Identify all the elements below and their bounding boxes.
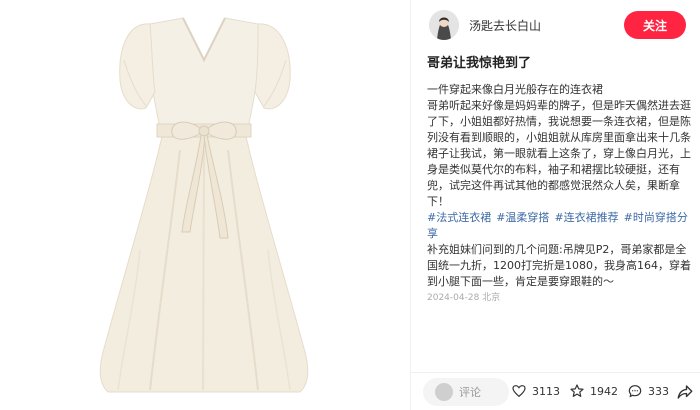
- tag-link[interactable]: #法式连衣裙: [427, 211, 491, 224]
- author-info[interactable]: 汤匙去长白山: [429, 9, 541, 41]
- post-paragraph: 哥弟听起来好像是妈妈辈的牌子，但是昨天偶然进去逛了下，小姐姐都好热情，我说想要一…: [427, 99, 691, 208]
- like-button[interactable]: 3113: [511, 383, 560, 399]
- comment-bubble-icon: [628, 385, 642, 398]
- comment-count: 333: [648, 384, 669, 398]
- tag-link[interactable]: #温柔穿搭: [496, 211, 549, 224]
- favorite-count: 1942: [590, 384, 618, 398]
- favorite-button[interactable]: 1942: [569, 383, 618, 399]
- post-title: 哥弟让我惊艳到了: [427, 56, 532, 71]
- tag-link[interactable]: #连衣裙推荐: [554, 211, 618, 224]
- post-paragraph: 一件穿起来像白月光般存在的连衣裙: [427, 83, 603, 96]
- dress-photo: [99, 17, 309, 393]
- post-image[interactable]: [0, 0, 410, 410]
- comment-button[interactable]: 333: [627, 383, 669, 399]
- share-icon[interactable]: [676, 383, 694, 401]
- comment-input[interactable]: 评论: [423, 378, 509, 406]
- avatar[interactable]: [429, 10, 459, 40]
- engagement-bar: 评论 3113 1942 333: [411, 372, 700, 410]
- like-count: 3113: [532, 384, 560, 398]
- note-panel: 汤匙去长白山 关注 哥弟让我惊艳到了 一件穿起来像白月光般存在的连衣裙 哥弟听起…: [410, 0, 700, 410]
- post-content: 一件穿起来像白月光般存在的连衣裙 哥弟听起来好像是妈妈辈的牌子，但是昨天偶然进去…: [427, 82, 695, 306]
- user-avatar-icon: [429, 10, 459, 40]
- author-name[interactable]: 汤匙去长白山: [469, 17, 541, 34]
- post-supplement: 补充姐妹们问到的几个问题:吊牌见P2，哥弟家都是全国统一九折，1200打完折是1…: [427, 243, 691, 288]
- tag-list: #法式连衣裙 #温柔穿搭 #连衣裙推荐 #时尚穿搭分享: [427, 210, 695, 242]
- avatar: [435, 383, 453, 401]
- post-date: 2024-04-28 北京: [427, 293, 501, 303]
- star-icon: [570, 384, 584, 397]
- heart-icon: [512, 385, 526, 398]
- comment-placeholder: 评论: [459, 386, 481, 399]
- follow-button[interactable]: 关注: [624, 11, 686, 39]
